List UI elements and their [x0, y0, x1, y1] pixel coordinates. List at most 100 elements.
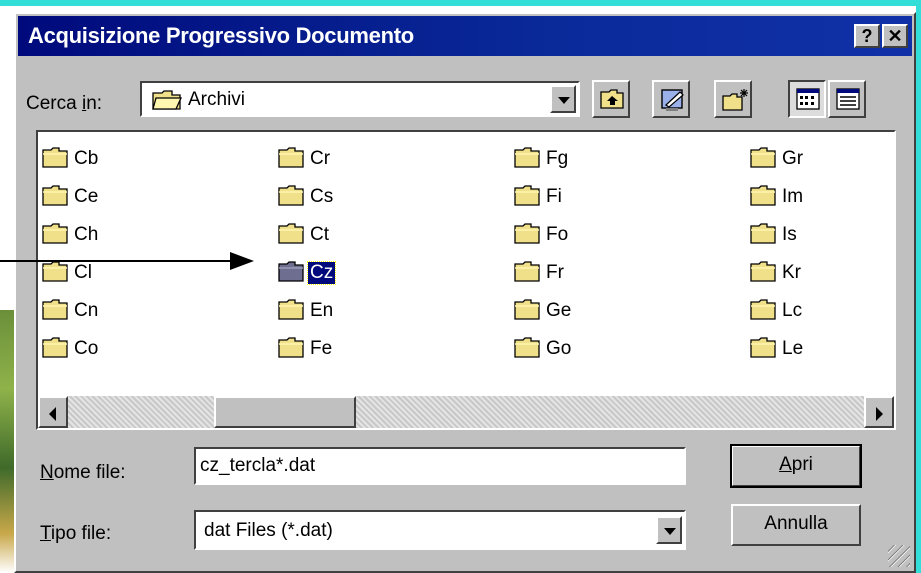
folder-item[interactable]: Go — [514, 330, 573, 368]
folder-name: Go — [546, 338, 572, 359]
folder-item[interactable]: Fr — [514, 254, 573, 292]
folder-item[interactable]: Cz — [278, 254, 337, 292]
folder-name: Cs — [310, 186, 334, 207]
folder-item[interactable]: Fi — [514, 178, 573, 216]
background-image-fragment — [0, 310, 14, 573]
folder-icon — [42, 336, 68, 363]
folder-name: Fo — [546, 224, 569, 245]
folder-name: Cb — [74, 148, 99, 169]
title-bar[interactable]: Acquisizione Progressivo Documento ? ✕ — [18, 16, 912, 56]
folder-item[interactable]: Cr — [278, 140, 335, 178]
scroll-left-button[interactable] — [38, 396, 68, 428]
folder-item[interactable]: Lc — [750, 292, 805, 330]
folder-icon — [514, 298, 540, 325]
look-in-dropdown-button[interactable] — [550, 85, 576, 113]
folder-icon — [514, 184, 540, 211]
new-folder-icon — [722, 89, 748, 111]
folder-icon — [42, 260, 68, 287]
new-folder-button[interactable] — [714, 80, 752, 118]
folder-item[interactable]: Fe — [278, 330, 335, 368]
folder-icon — [514, 146, 540, 173]
list-view-button[interactable] — [788, 80, 826, 118]
folder-icon — [514, 336, 540, 363]
file-list-column: Gr Im Is Kr Lc Le — [750, 140, 805, 368]
folder-name: Le — [782, 338, 804, 359]
folder-name: Kr — [782, 262, 801, 283]
folder-icon — [42, 146, 68, 173]
folder-icon — [42, 222, 68, 249]
folder-item[interactable]: Gr — [750, 140, 805, 178]
chevron-down-icon — [558, 97, 570, 104]
folder-name: Is — [782, 224, 797, 245]
file-list-column: Cr Cs Ct Cz En Fe — [278, 140, 337, 368]
folder-item[interactable]: Cb — [42, 140, 100, 178]
file-list[interactable]: Gr Im Is Kr Lc Le Fg Fi Fo Fr Ge Go Cr Cs Ct Cz En Fe Cb Ce… — [36, 130, 896, 430]
folder-name: Cz — [306, 261, 337, 285]
folder-item[interactable]: Le — [750, 330, 805, 368]
folder-icon — [750, 336, 776, 363]
folder-icon — [278, 184, 304, 211]
folder-name: Fe — [310, 338, 333, 359]
folder-icon — [750, 222, 776, 249]
file-type-select[interactable]: dat Files (*.dat) — [194, 510, 686, 550]
folder-icon — [278, 298, 304, 325]
folder-name: Fi — [546, 186, 562, 207]
scroll-right-button[interactable] — [864, 396, 894, 428]
folder-name: En — [310, 300, 334, 321]
folder-icon — [278, 222, 304, 249]
folder-item[interactable]: Co — [42, 330, 100, 368]
list-view-icon — [796, 88, 820, 110]
file-type-value: dat Files (*.dat) — [204, 520, 333, 541]
open-folder-icon — [152, 89, 183, 116]
up-one-level-button[interactable] — [592, 80, 630, 118]
folder-icon — [514, 222, 540, 249]
folder-item[interactable]: Ct — [278, 216, 335, 254]
file-name-input[interactable]: cz_tercla*.dat — [194, 447, 686, 485]
folder-name: Lc — [782, 300, 803, 321]
folder-item[interactable]: Is — [750, 216, 805, 254]
look-in-value: Archivi — [188, 89, 246, 110]
resize-grip[interactable] — [888, 545, 910, 567]
annotation-arrow-line — [0, 260, 232, 262]
folder-item[interactable]: Kr — [750, 254, 805, 292]
folder-item[interactable]: Cn — [42, 292, 100, 330]
help-button[interactable]: ? — [854, 24, 880, 48]
open-button[interactable]: Apri — [730, 444, 862, 488]
folder-item[interactable]: Im — [750, 178, 805, 216]
details-view-icon — [836, 88, 860, 110]
folder-item[interactable]: En — [278, 292, 335, 330]
chevron-right-icon — [876, 407, 883, 421]
folder-icon — [278, 260, 304, 287]
folder-name: Fr — [546, 262, 564, 283]
file-open-dialog: Acquisizione Progressivo Documento ? ✕ C… — [14, 12, 916, 573]
folder-icon — [42, 184, 68, 211]
file-type-dropdown-button[interactable] — [656, 516, 682, 544]
desktop-button[interactable] — [652, 80, 690, 118]
folder-item[interactable]: Fg — [514, 140, 573, 178]
folder-up-icon — [600, 89, 624, 109]
folder-name: Ch — [74, 224, 99, 245]
folder-name: Co — [74, 338, 99, 359]
folder-name: Fg — [546, 148, 569, 169]
folder-name: Cr — [310, 148, 331, 169]
folder-icon — [750, 298, 776, 325]
file-name-label: Nome file: — [40, 462, 126, 483]
folder-item[interactable]: Cs — [278, 178, 335, 216]
folder-icon — [750, 146, 776, 173]
look-in-combo[interactable]: Archivi — [140, 81, 580, 117]
look-in-label: Cerca in: — [26, 93, 103, 114]
folder-item[interactable]: Ch — [42, 216, 100, 254]
window-title: Acquisizione Progressivo Documento — [28, 23, 414, 48]
folder-icon — [750, 260, 776, 287]
folder-item[interactable]: Ge — [514, 292, 573, 330]
scrollbar-thumb[interactable] — [214, 396, 356, 428]
folder-icon — [514, 260, 540, 287]
close-button[interactable]: ✕ — [882, 24, 908, 48]
folder-item[interactable]: Ce — [42, 178, 100, 216]
folder-name: Gr — [782, 148, 804, 169]
cancel-button[interactable]: Annulla — [731, 504, 861, 546]
horizontal-scrollbar[interactable] — [38, 396, 894, 428]
file-list-column: Cb Ce Ch Cl Cn Co — [42, 140, 100, 368]
folder-item[interactable]: Fo — [514, 216, 573, 254]
details-view-button[interactable] — [828, 80, 866, 118]
